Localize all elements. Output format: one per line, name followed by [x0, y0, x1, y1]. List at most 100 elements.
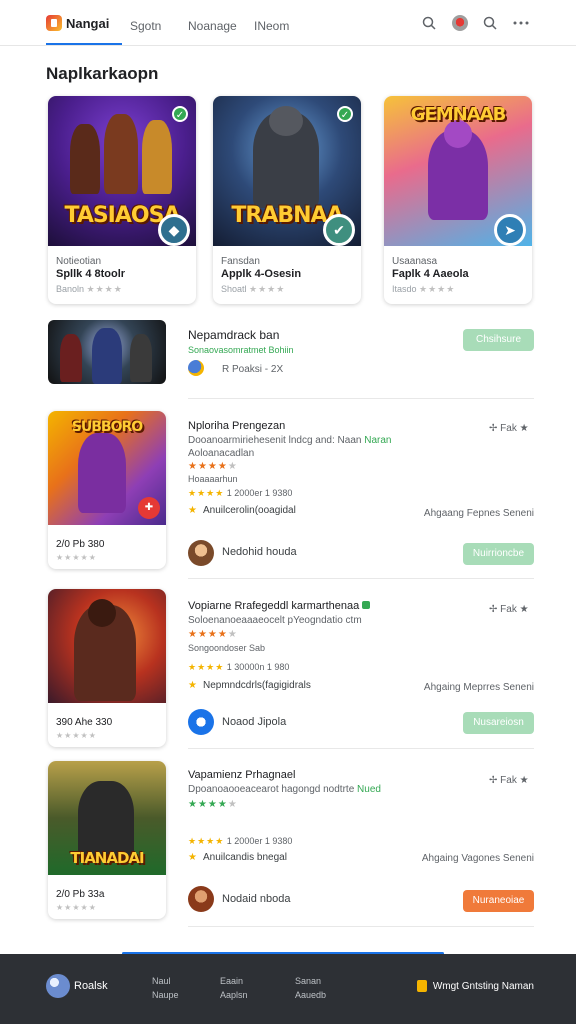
- featured-card[interactable]: TRABNAA ✓ ✔ Fansdan Applk 4-Osesin Shoat…: [213, 96, 361, 304]
- price: 390 Ahe 330: [56, 717, 113, 728]
- divider: [188, 748, 534, 749]
- footer: Roalsk Naul Naupe Eaain Aaplsn Sanan Aauedb…: [0, 954, 576, 1024]
- item-title[interactable]: Vopiarne Rrafegeddl karmarthenaa: [188, 600, 371, 612]
- developer-avatar-icon: [188, 360, 204, 376]
- rating-line: ★★★★ 1 2000er 1 9380: [188, 488, 293, 498]
- item-count: ✢ Fak ★: [489, 423, 529, 434]
- brand[interactable]: Nangai: [46, 15, 109, 31]
- footer-link-group[interactable]: Naul Naupe: [152, 974, 179, 1002]
- developer-name[interactable]: Nedohid houda: [222, 546, 297, 558]
- card-name: Faplk 4 Aaeola: [392, 268, 469, 280]
- card-label: Fansdan: [221, 256, 260, 267]
- item-action-button[interactable]: Nuirrioncbe: [463, 543, 534, 565]
- rating-line: ★★★★ 1 30000n 1 980: [188, 662, 290, 672]
- rating-stars-icon: ★★★★★: [56, 731, 97, 740]
- verified-check-icon: ✓: [172, 106, 188, 122]
- game-art-title: SUBBORO: [71, 419, 143, 435]
- active-tab-indicator: [46, 43, 122, 45]
- rating-stars-icon: ★★★★★: [56, 903, 97, 912]
- brand-name: Nangai: [66, 15, 110, 31]
- item-description: Dooanoarmiriehesenit lndcg and: Naan Nar…: [188, 435, 392, 446]
- feature-line: Anuilcerolin(ooagidal: [188, 505, 296, 516]
- item-right-meta: Ahgaing Meprres Seneni: [423, 682, 534, 693]
- footer-brand[interactable]: Roalsk: [74, 980, 108, 992]
- developer-badge-icon: ➤: [494, 214, 526, 246]
- developer-name[interactable]: Noaod Jipola: [222, 716, 286, 728]
- footer-link-group[interactable]: Sanan Aauedb: [295, 974, 326, 1002]
- rating-stars-icon: ★★★★: [249, 284, 286, 294]
- footer-right[interactable]: Wmgt Gntsting Naman: [416, 980, 534, 992]
- divider: [188, 398, 534, 399]
- price: 2/0 Pb 33a: [56, 889, 105, 900]
- tab-1[interactable]: Sgotn: [130, 19, 161, 33]
- developer-badge-icon: ◆: [158, 214, 190, 246]
- item-title[interactable]: Vapamienz Prhagnael: [188, 769, 295, 781]
- card-label: Usaanasa: [392, 256, 438, 267]
- game-art: TIANADAI: [48, 761, 166, 875]
- account-avatar-icon[interactable]: [451, 14, 469, 32]
- banner-title[interactable]: Nepamdrack ban: [188, 328, 279, 342]
- item-count: ✢ Fak ★: [489, 604, 529, 615]
- rating-stars-icon: ★★★★★: [56, 553, 97, 562]
- banner-subtitle: Sonaovasomratmet Bohiin: [188, 345, 294, 355]
- divider: [188, 926, 534, 927]
- item-title[interactable]: Nploriha Prengezan: [188, 420, 285, 432]
- tab-2[interactable]: Noanage: [188, 19, 237, 33]
- footer-link-group[interactable]: Eaain Aaplsn: [220, 974, 248, 1002]
- rating-stars-icon: ★★★★★: [188, 461, 238, 472]
- footer-logo-icon[interactable]: [46, 974, 70, 998]
- trophy-icon: [416, 980, 427, 992]
- rating-line: ★★★★ 1 2000er 1 9380: [188, 836, 293, 846]
- search-icon-secondary[interactable]: [481, 14, 499, 32]
- item-description-2: Aoloanacadlan: [188, 448, 255, 459]
- item-right-meta: Ahgaing Vagones Seneni: [421, 853, 534, 864]
- featured-card[interactable]: GEMNAAB ➤ Usaanasa Faplk 4 Aaeola Itasdo…: [384, 96, 532, 304]
- feature-line: Anuilcandis bnegal: [188, 852, 287, 863]
- card-sub: Shoatl ★★★★: [221, 284, 286, 294]
- list-item-thumbnail[interactable]: TIANADAI 2/0 Pb 33a ★★★★★: [48, 761, 166, 919]
- price: 2/0 Pb 380: [56, 539, 105, 550]
- footer-right-text: Wmgt Gntsting Naman: [432, 980, 534, 992]
- top-bar: Nangai Sgotn Noanage INeom: [0, 0, 576, 46]
- game-art-title: TIANADAI: [70, 849, 144, 867]
- divider: [188, 578, 534, 579]
- item-count: ✢ Fak ★: [489, 775, 529, 786]
- item-right-meta: Ahgaang Fepnes Seneni: [423, 508, 534, 519]
- banner-action-button[interactable]: Chsihsure: [463, 329, 534, 351]
- developer-avatar-icon: [188, 540, 214, 566]
- card-name: Applk 4-Osesin: [221, 268, 302, 280]
- section-title: Naplkarkaopn: [46, 64, 159, 83]
- item-action-button[interactable]: Nuraneoiae: [463, 890, 534, 912]
- card-label: Notieotian: [56, 256, 102, 267]
- card-name: Spllk 4 8toolr: [56, 268, 126, 280]
- item-sub: Songoondoser Sab: [188, 643, 266, 653]
- brand-logo-icon: [46, 15, 62, 31]
- developer-badge-icon: ✔: [323, 214, 355, 246]
- card-sub: Itasdo ★★★★: [392, 284, 456, 294]
- card-sub: Banoln ★★★★: [56, 284, 123, 294]
- banner-meta: R Poaksi - 2X: [222, 364, 284, 375]
- verified-check-icon: ✓: [337, 106, 353, 122]
- more-options-icon[interactable]: [512, 14, 530, 32]
- list-item-thumbnail[interactable]: 390 Ahe 330 ★★★★★: [48, 589, 166, 747]
- publisher-badge-icon: ✚: [138, 497, 160, 519]
- tab-3[interactable]: INeom: [254, 19, 289, 33]
- developer-avatar-icon: [188, 886, 214, 912]
- verified-badge-icon: [362, 601, 371, 609]
- rating-stars-icon: ★★★★: [86, 284, 123, 294]
- banner-image[interactable]: [48, 320, 166, 384]
- item-description: Soloenanoeaaaeocelt pYeogndatio ctm: [188, 615, 362, 626]
- game-art: [48, 589, 166, 703]
- feature-line: Nepmndcdrls(fagigidrals: [188, 680, 311, 691]
- rating-stars-icon: ★★★★: [419, 284, 456, 294]
- developer-name[interactable]: Nodaid nboda: [222, 893, 291, 905]
- item-description: Dpoanoaooeacearot hagongd nodtrte Nued: [188, 784, 381, 795]
- rating-stars-icon: ★★★★★: [188, 629, 238, 640]
- rating-stars-icon: ★★★★★: [188, 799, 238, 810]
- game-art: SUBBORO ✚: [48, 411, 166, 525]
- item-action-button[interactable]: Nusareiosn: [463, 712, 534, 734]
- list-item-thumbnail[interactable]: SUBBORO ✚ 2/0 Pb 380 ★★★★★: [48, 411, 166, 569]
- featured-card[interactable]: TASIAOSA ✓ ◆ Notieotian Spllk 4 8toolr B…: [48, 96, 196, 304]
- item-sub: Hoaaaarhun: [188, 474, 238, 484]
- search-icon[interactable]: [420, 14, 438, 32]
